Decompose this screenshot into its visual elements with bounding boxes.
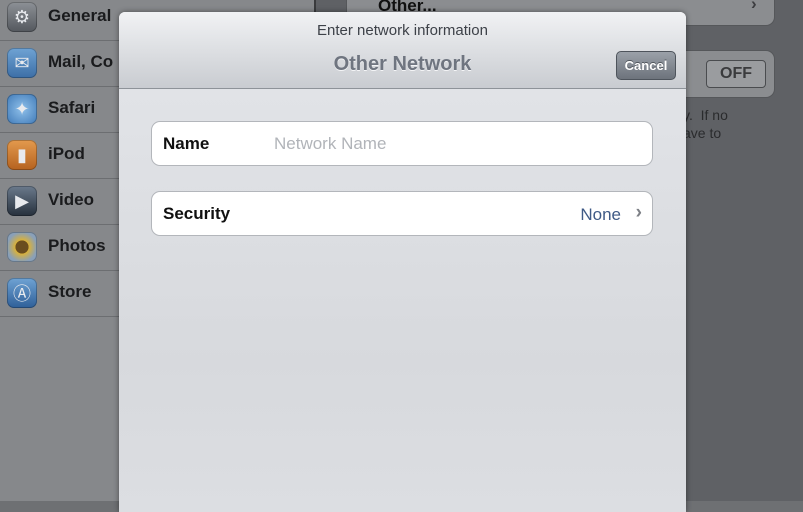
- name-row[interactable]: Name: [151, 121, 653, 166]
- sidebar-item-label: Video: [48, 190, 94, 209]
- cancel-button[interactable]: Cancel: [616, 51, 676, 80]
- sidebar-item-label: General: [48, 6, 112, 25]
- modal-navigation-bar: Enter network information Other Network …: [119, 12, 686, 89]
- modal-title: Other Network: [333, 53, 472, 75]
- sidebar-item-label: iPod: [48, 144, 85, 163]
- ask-to-join-hint: y. If no ave to: [683, 107, 728, 141]
- sidebar-item-label: Store: [48, 282, 92, 301]
- safari-compass-icon: ✦: [7, 94, 37, 124]
- app-store-icon: Ⓐ: [7, 278, 37, 308]
- other-network-modal: Enter network information Other Network …: [119, 12, 686, 512]
- chevron-right-icon: ›: [635, 202, 642, 223]
- video-clapper-icon: ▶: [7, 186, 37, 216]
- network-name-input[interactable]: [274, 132, 634, 156]
- gear-icon: ⚙: [7, 2, 37, 32]
- mail-icon: ✉: [7, 48, 37, 78]
- photos-sunflower-icon: [7, 232, 37, 262]
- modal-prompt: Enter network information: [317, 22, 488, 39]
- ask-to-join-toggle[interactable]: OFF: [706, 60, 766, 88]
- security-row[interactable]: Security None ›: [151, 191, 653, 236]
- chevron-right-icon: ›: [751, 0, 757, 13]
- sidebar-item-label: Mail, Co: [48, 52, 114, 71]
- ipod-icon: ▮: [7, 140, 37, 170]
- sidebar-item-label: Photos: [48, 236, 106, 255]
- security-value: None: [580, 205, 621, 224]
- sidebar-item-label: Safari: [48, 98, 96, 117]
- security-label: Security: [163, 204, 231, 223]
- name-label: Name: [163, 134, 210, 153]
